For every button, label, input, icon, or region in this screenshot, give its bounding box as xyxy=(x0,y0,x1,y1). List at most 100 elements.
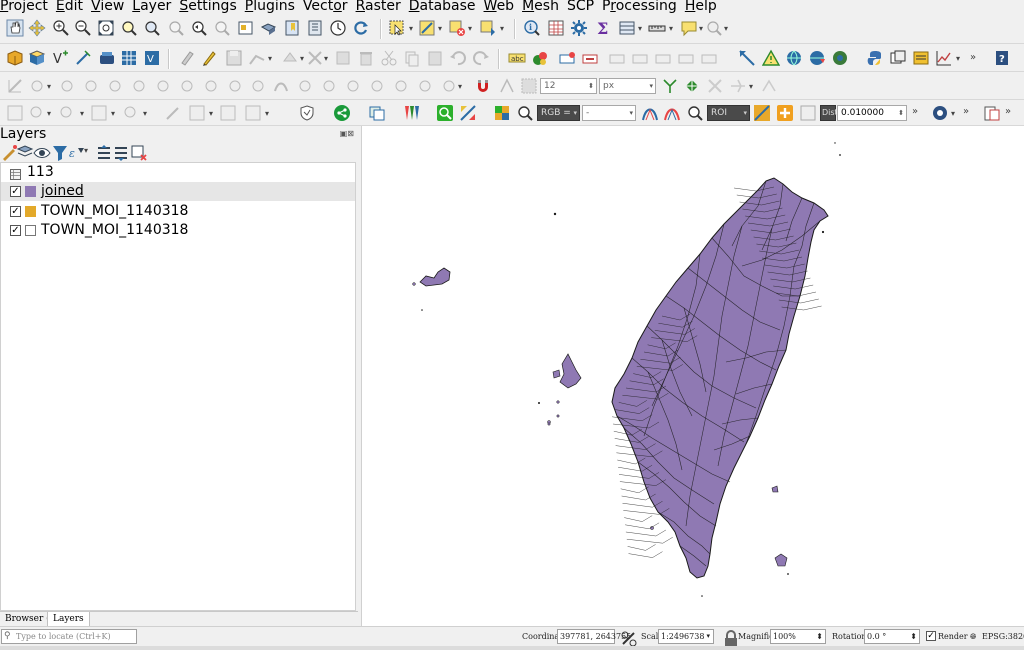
toolbar-overflow-icon[interactable]: » xyxy=(963,106,969,117)
menu-item-vector[interactable]: Vector xyxy=(303,0,356,13)
dropdown-arrow-icon[interactable]: ▾ xyxy=(956,54,960,63)
dropdown-arrow-icon[interactable]: ▾ xyxy=(111,109,115,118)
undo-icon[interactable] xyxy=(449,49,467,67)
manage-visibility-eye-icon[interactable] xyxy=(33,144,51,158)
scp-stretch-icon[interactable] xyxy=(641,104,659,122)
label-tool-icon[interactable]: abc xyxy=(508,49,526,67)
spin-arrows-icon[interactable]: ⬍ xyxy=(898,106,904,120)
layer-visibility-checkbox[interactable]: ✓ xyxy=(10,206,21,217)
dropdown-arrow-icon[interactable]: ▾ xyxy=(699,24,703,33)
rotate-point-symbols-icon[interactable] xyxy=(392,77,410,95)
zoom-tool-gray-icon[interactable] xyxy=(58,104,76,122)
statistics-sigma-icon[interactable]: Σ xyxy=(594,19,612,37)
snapping-overlap-icon[interactable] xyxy=(729,77,747,95)
spin-arrows-icon[interactable]: ⬍ xyxy=(910,630,917,643)
simplify-feature-icon[interactable] xyxy=(106,77,124,95)
vertex-tool-icon[interactable] xyxy=(281,49,299,67)
paste-features-icon[interactable] xyxy=(426,49,444,67)
toolbar-overflow-icon[interactable]: » xyxy=(970,52,976,63)
current-edits-icon[interactable] xyxy=(178,49,196,67)
open-styling-icon[interactable] xyxy=(0,144,17,161)
merge-features-icon[interactable] xyxy=(344,77,362,95)
dropdown-arrow-icon[interactable]: ▾ xyxy=(458,82,462,91)
delete-selected-icon[interactable] xyxy=(334,49,352,67)
layer-row-town-moi-white[interactable]: ✓ TOWN_MOI_1140318 xyxy=(1,221,355,240)
scp-stretch-red-icon[interactable] xyxy=(663,104,681,122)
chart-plugin-icon[interactable] xyxy=(935,49,953,67)
delete-ring-icon[interactable] xyxy=(202,77,220,95)
coordinate-field[interactable]: 397781, 2643755 xyxy=(557,629,631,644)
open-table-icon[interactable] xyxy=(618,19,636,37)
show-bookmarks-icon[interactable] xyxy=(306,19,324,37)
save-edits-icon[interactable] xyxy=(225,49,243,67)
new-map-view-icon[interactable] xyxy=(237,19,255,37)
menu-item-database[interactable]: Database xyxy=(409,0,484,13)
locator-filter-icon[interactable] xyxy=(705,19,723,37)
dropdown-arrow-icon[interactable]: ▾ xyxy=(80,109,84,118)
pin-labels-icon[interactable] xyxy=(559,49,577,67)
dropdown-arrow-icon[interactable]: ▾ xyxy=(638,24,642,33)
python-console-icon[interactable] xyxy=(866,49,884,67)
reshape-features-icon[interactable] xyxy=(249,77,267,95)
label-callout-icon[interactable] xyxy=(701,49,719,67)
dropdown-arrow-icon[interactable]: ▾ xyxy=(438,24,442,33)
rotate-feature-icon[interactable] xyxy=(58,77,76,95)
menu-item-project[interactable]: Project xyxy=(0,0,56,13)
search-layer-icon[interactable] xyxy=(28,104,46,122)
filter-expression-icon[interactable]: ε xyxy=(68,144,84,160)
menu-item-raster[interactable]: Raster xyxy=(356,0,409,13)
layer-labeling-icon[interactable] xyxy=(531,49,549,67)
dropdown-arrow-icon[interactable]: ▾ xyxy=(143,109,147,118)
crs-label[interactable]: EPSG:3826 xyxy=(982,632,1024,641)
cut-features-icon[interactable] xyxy=(380,49,398,67)
dropdown-arrow-icon[interactable]: ▾ xyxy=(500,24,504,33)
menu-item-edit[interactable]: Edit xyxy=(56,0,91,13)
snap-intersection-icon[interactable] xyxy=(661,77,679,95)
dropdown-arrow-icon[interactable]: ▾ xyxy=(268,54,272,63)
temporal-controller-icon[interactable] xyxy=(329,19,347,37)
tracing-icon[interactable] xyxy=(760,77,778,95)
offset-point-symbols-icon[interactable] xyxy=(416,77,434,95)
snap-units-select[interactable]: px ▾ xyxy=(599,78,656,94)
scp-zoom-icon[interactable] xyxy=(516,104,534,122)
spin-arrows-icon[interactable]: ⬍ xyxy=(816,630,823,643)
tab-layers[interactable]: Layers xyxy=(47,612,90,627)
add-line-feature-icon[interactable] xyxy=(248,49,266,67)
snap-tolerance-icon[interactable] xyxy=(520,77,538,95)
menu-item-view[interactable]: View xyxy=(91,0,132,13)
coordinate-toggle-icon[interactable] xyxy=(620,630,637,647)
globe-icon[interactable]: 🌐︎ xyxy=(970,632,976,642)
zoom-to-selection-icon[interactable] xyxy=(120,19,138,37)
layer-row-town-moi-orange[interactable]: ✓ TOWN_MOI_1140318 xyxy=(1,202,355,221)
dropdown-arrow-icon[interactable]: ▾ xyxy=(209,109,213,118)
add-part-icon[interactable] xyxy=(154,77,172,95)
snap-vertex-icon[interactable] xyxy=(498,77,516,95)
fill-ring-icon[interactable] xyxy=(178,77,196,95)
copy-features-icon[interactable] xyxy=(403,49,421,67)
advanced-digitize-icon[interactable] xyxy=(6,77,24,95)
scp-zoom-green-icon[interactable] xyxy=(436,104,454,122)
identify-features-icon[interactable]: i xyxy=(523,19,541,37)
select-polygon-icon[interactable] xyxy=(6,104,24,122)
layer-row-113[interactable]: 113 xyxy=(1,163,355,182)
scale-select[interactable]: 1:2496738 ▾ xyxy=(658,629,714,644)
dropdown-arrow-icon[interactable]: ▾ xyxy=(724,24,728,33)
lock-scale-icon[interactable] xyxy=(722,630,737,647)
zoom-native-icon[interactable] xyxy=(167,19,185,37)
toolbar-overflow-icon[interactable]: » xyxy=(1005,106,1011,117)
pan-to-selection-icon[interactable] xyxy=(28,19,46,37)
dropdown-arrow-icon[interactable]: ▾ xyxy=(749,82,753,91)
map-tips-icon[interactable] xyxy=(680,19,698,37)
spin-arrows-icon[interactable]: ⬍ xyxy=(588,79,594,93)
add-group-icon[interactable] xyxy=(16,144,34,158)
add-vector-layer-icon[interactable]: V xyxy=(52,49,70,67)
map-canvas[interactable] xyxy=(361,126,1024,626)
scp-globe-download-icon[interactable] xyxy=(808,49,826,67)
shield-icon[interactable] xyxy=(298,104,316,122)
layer-visibility-checkbox[interactable]: ✓ xyxy=(10,225,21,236)
data-source-manager-icon[interactable] xyxy=(6,49,24,67)
zoom-in-icon[interactable] xyxy=(52,19,70,37)
scp-classification-icon[interactable] xyxy=(493,104,511,122)
zoom-out-icon[interactable] xyxy=(74,19,92,37)
dropdown-arrow-icon[interactable]: ▾ xyxy=(951,109,955,118)
